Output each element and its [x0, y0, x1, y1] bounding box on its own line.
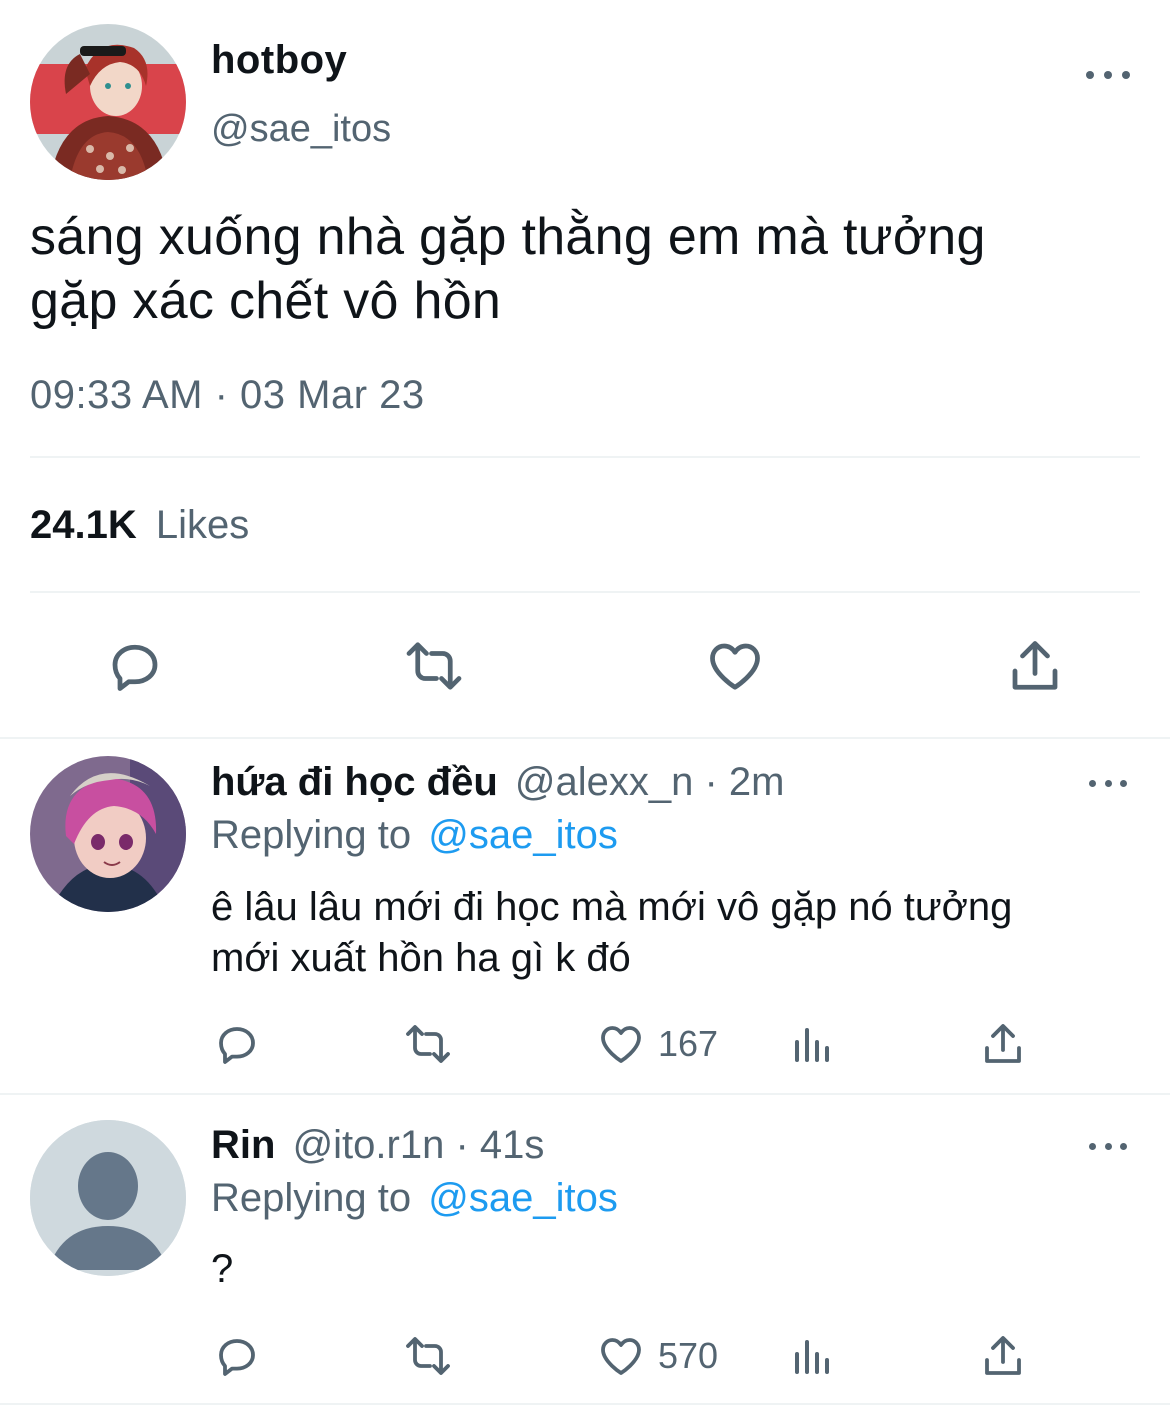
more-options-icon[interactable]: [1089, 1136, 1127, 1156]
retweet-icon[interactable]: [402, 636, 466, 696]
retweet-icon[interactable]: [402, 1020, 454, 1068]
reply-header: hứa đi học đều @alexx_n · 2m: [211, 760, 784, 805]
likes-label: Likes: [155, 503, 250, 547]
reply-display-name[interactable]: Rin: [211, 1123, 275, 1167]
replying-to-handle[interactable]: @sae_itos: [428, 813, 618, 857]
replying-to-label: Replying to: [211, 1176, 412, 1220]
reply-display-name[interactable]: hứa đi học đều: [211, 760, 498, 804]
reply-meta[interactable]: @alexx_n · 2m: [515, 760, 785, 804]
reply-meta[interactable]: @ito.r1n · 41s: [293, 1123, 545, 1167]
divider: [0, 1093, 1170, 1095]
reply-avatar[interactable]: [30, 756, 186, 912]
heart-icon[interactable]: [596, 1020, 646, 1068]
analytics-bars-icon[interactable]: [789, 1020, 837, 1068]
like-count: 167: [658, 1023, 719, 1064]
replying-to: Replying to @sae_itos: [211, 1176, 618, 1221]
more-options-icon[interactable]: [1086, 65, 1130, 85]
tweet-timestamp[interactable]: 09:33 AM · 03 Mar 23: [30, 373, 425, 418]
replying-to: Replying to @sae_itos: [211, 813, 618, 858]
heart-icon[interactable]: [704, 636, 766, 696]
analytics-bars-icon[interactable]: [789, 1332, 837, 1380]
author-display-name[interactable]: hotboy: [211, 38, 347, 83]
divider: [0, 737, 1170, 739]
reply-bubble-icon[interactable]: [213, 1020, 261, 1068]
reply-bubble-icon[interactable]: [105, 636, 165, 696]
share-upload-icon[interactable]: [979, 1020, 1027, 1068]
like-count: 570: [658, 1335, 719, 1376]
replying-to-label: Replying to: [211, 813, 412, 857]
divider: [30, 591, 1140, 593]
like-stat[interactable]: 570: [596, 1332, 718, 1380]
like-stat[interactable]: 167: [596, 1020, 718, 1068]
likes-summary[interactable]: 24.1K Likes: [30, 503, 249, 548]
default-avatar[interactable]: [30, 1120, 186, 1276]
reply-header: Rin @ito.r1n · 41s: [211, 1123, 544, 1168]
reply-text-line-1: ê lâu lâu mới đi học mà mới vô gặp nó tư…: [211, 885, 1013, 929]
heart-icon[interactable]: [596, 1332, 646, 1380]
tweet-text-line-2: gặp xác chết vô hồn: [30, 272, 502, 330]
share-upload-icon[interactable]: [979, 1332, 1027, 1380]
divider: [0, 1403, 1170, 1405]
likes-count: 24.1K: [30, 503, 137, 547]
author-handle[interactable]: @sae_itos: [211, 108, 391, 151]
replying-to-handle[interactable]: @sae_itos: [428, 1176, 618, 1220]
more-options-icon[interactable]: [1089, 773, 1127, 793]
reply-text-line-2: mới xuất hồn ha gì k đó: [211, 936, 631, 980]
tweet-text-line-1: sáng xuống nhà gặp thằng em mà tưởng: [30, 208, 986, 266]
reply-bubble-icon[interactable]: [213, 1332, 261, 1380]
divider: [30, 456, 1140, 458]
reply-text-line-1: ?: [211, 1247, 234, 1291]
share-upload-icon[interactable]: [1005, 636, 1065, 696]
retweet-icon[interactable]: [402, 1332, 454, 1380]
author-avatar[interactable]: [30, 24, 186, 180]
